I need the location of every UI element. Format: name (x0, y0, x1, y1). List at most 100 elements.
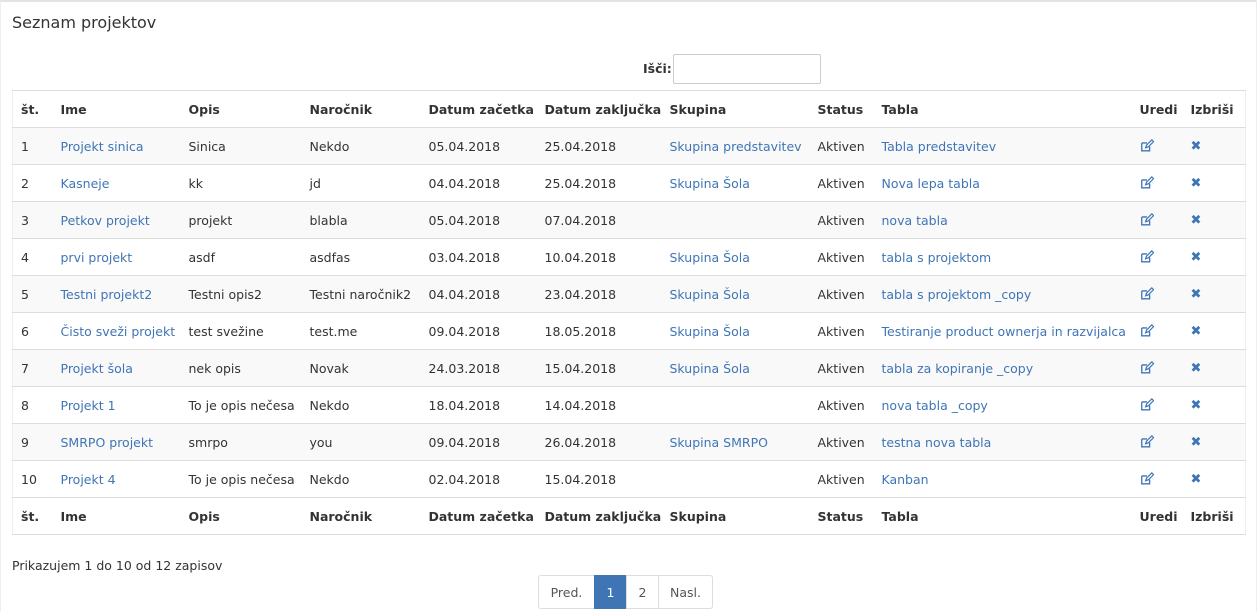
project-end-date: 26.04.2018 (544, 434, 617, 450)
col-footer-group: Skupina (661, 497, 810, 535)
project-start-date: 03.04.2018 (428, 249, 501, 265)
project-name-link[interactable]: Projekt šola (61, 361, 133, 376)
edit-icon[interactable] (1140, 249, 1154, 265)
edit-icon[interactable] (1140, 212, 1154, 228)
search-box: Išči: (643, 53, 821, 84)
col-footer-desc: Opis (180, 497, 302, 535)
col-footer-edit: Uredi (1131, 497, 1183, 535)
delete-icon[interactable]: ✖ (1191, 435, 1202, 450)
project-group-link[interactable]: Skupina Šola (670, 361, 750, 376)
project-name-link[interactable]: SMRPO projekt (61, 435, 154, 450)
project-group-link[interactable]: Skupina predstavitev (670, 139, 802, 154)
edit-icon[interactable] (1140, 138, 1154, 154)
edit-icon[interactable] (1140, 434, 1154, 450)
project-status: Aktiven (817, 249, 865, 265)
project-name-link[interactable]: Testni projekt2 (61, 287, 153, 302)
row-num: 4 (21, 249, 29, 265)
col-header-status[interactable]: Status (809, 90, 874, 128)
project-board-link[interactable]: tabla za kopiranje _copy (882, 361, 1034, 376)
edit-icon[interactable] (1140, 360, 1154, 376)
project-group-link[interactable]: Skupina Šola (670, 250, 750, 265)
project-name-link[interactable]: Čisto sveži projekt (61, 324, 176, 339)
col-footer-board: Tabla (873, 497, 1132, 535)
project-group-link[interactable]: Skupina Šola (670, 176, 750, 191)
delete-icon[interactable]: ✖ (1191, 398, 1202, 413)
delete-icon[interactable]: ✖ (1191, 324, 1202, 339)
edit-icon[interactable] (1140, 323, 1154, 339)
table-row: 1 Projekt sinica Sinica Nekdo 05.04.2018 25.0… (12, 127, 1246, 165)
project-start-date: 09.04.2018 (428, 434, 501, 450)
col-header-client[interactable]: Naročnik (301, 90, 421, 128)
project-client: Nekdo (309, 138, 350, 154)
delete-icon[interactable]: ✖ (1191, 139, 1202, 154)
project-name-link[interactable]: Kasneje (61, 176, 110, 191)
delete-icon[interactable]: ✖ (1191, 213, 1202, 228)
delete-icon[interactable]: ✖ (1191, 176, 1202, 191)
col-header-edit: Uredi (1131, 90, 1183, 128)
project-name-link[interactable]: prvi projekt (61, 250, 133, 265)
project-board-link[interactable]: Kanban (882, 472, 929, 487)
project-board-link[interactable]: tabla s projektom (882, 250, 992, 265)
col-header-end[interactable]: Datum zaključka (536, 90, 662, 128)
project-board-link[interactable]: testna nova tabla (882, 435, 992, 450)
project-end-date: 07.04.2018 (544, 212, 617, 228)
table-footer-row: št. Ime Opis Naročnik Datum začetka Datu… (12, 497, 1246, 535)
project-desc: asdf (188, 249, 216, 265)
project-status: Aktiven (817, 471, 865, 487)
row-num: 3 (21, 212, 29, 228)
project-start-date: 18.04.2018 (428, 397, 501, 413)
project-board-link[interactable]: Nova lepa tabla (882, 176, 980, 191)
project-status: Aktiven (817, 397, 865, 413)
pagination: Pred. 1 2 Nasl. (538, 575, 713, 609)
project-desc: Testni opis2 (188, 286, 263, 302)
project-board-link[interactable]: nova tabla _copy (882, 398, 988, 413)
table-body: 1 Projekt sinica Sinica Nekdo 05.04.2018 25.0… (12, 127, 1246, 498)
col-header-desc[interactable]: Opis (180, 90, 302, 128)
row-num: 5 (21, 286, 29, 302)
project-group-link[interactable]: Skupina Šola (670, 287, 750, 302)
project-board-link[interactable]: tabla s projektom _copy (882, 287, 1032, 302)
next-page-button[interactable]: Nasl. (658, 575, 713, 609)
delete-icon[interactable]: ✖ (1191, 287, 1202, 302)
project-group-link[interactable]: Skupina SMRPO (670, 435, 768, 450)
project-group-link[interactable]: Skupina Šola (670, 324, 750, 339)
col-header-group[interactable]: Skupina (661, 90, 810, 128)
project-start-date: 09.04.2018 (428, 323, 501, 339)
project-board-link[interactable]: Tabla predstavitev (882, 139, 997, 154)
col-header-start[interactable]: Datum začetka (420, 90, 537, 128)
project-name-link[interactable]: Projekt 1 (61, 398, 116, 413)
project-name-link[interactable]: Projekt 4 (61, 472, 116, 487)
page-1-button[interactable]: 1 (594, 575, 627, 609)
table-row: 5 Testni projekt2 Testni opis2 Testni naroč… (12, 275, 1246, 313)
prev-page-button[interactable]: Pred. (538, 575, 595, 609)
delete-icon[interactable]: ✖ (1191, 472, 1202, 487)
table-row: 3 Petkov projekt projekt blabla 05.04.2018 07… (12, 201, 1246, 239)
project-desc: To je opis nečesa (188, 471, 295, 487)
delete-icon[interactable]: ✖ (1191, 361, 1202, 376)
project-client: jd (309, 175, 321, 191)
edit-icon[interactable] (1140, 471, 1154, 487)
project-client: Testni naročnik2 (309, 286, 412, 302)
col-header-name[interactable]: Ime (52, 90, 181, 128)
col-header-num[interactable]: št. (12, 90, 53, 128)
project-board-link[interactable]: nova tabla (882, 213, 948, 228)
project-status: Aktiven (817, 323, 865, 339)
edit-icon[interactable] (1140, 397, 1154, 413)
edit-icon[interactable] (1140, 175, 1154, 191)
project-client: you (309, 434, 333, 450)
row-num: 10 (21, 471, 37, 487)
page-2-button[interactable]: 2 (626, 575, 659, 609)
project-desc: projekt (188, 212, 233, 228)
project-name-link[interactable]: Projekt sinica (61, 139, 144, 154)
col-footer-start: Datum začetka (420, 497, 537, 535)
project-start-date: 05.04.2018 (428, 138, 501, 154)
edit-icon[interactable] (1140, 286, 1154, 302)
project-status: Aktiven (817, 138, 865, 154)
delete-icon[interactable]: ✖ (1191, 250, 1202, 265)
col-header-delete: Izbriši (1182, 90, 1246, 128)
project-name-link[interactable]: Petkov projekt (61, 213, 150, 228)
project-end-date: 23.04.2018 (544, 286, 617, 302)
search-input[interactable] (672, 53, 821, 84)
col-header-board[interactable]: Tabla (873, 90, 1132, 128)
project-board-link[interactable]: Testiranje product ownerja in razvijalca (882, 324, 1126, 339)
